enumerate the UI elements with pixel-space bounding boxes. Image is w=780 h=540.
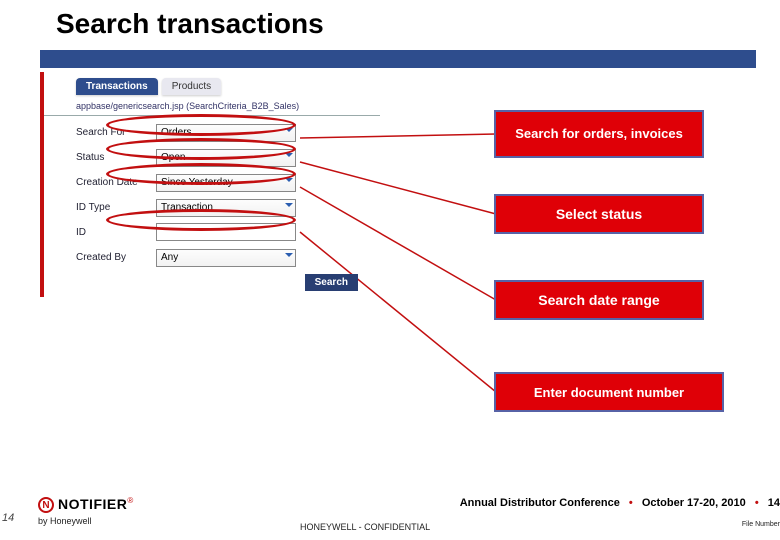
confidential-text: HONEYWELL - CONFIDENTIAL xyxy=(300,522,430,532)
conference-date: October 17-20, 2010 xyxy=(642,497,746,509)
callout-date-range: Search date range xyxy=(494,280,704,320)
select-search-for[interactable] xyxy=(156,124,296,142)
select-created-by[interactable] xyxy=(156,249,296,267)
logo-icon: N xyxy=(38,497,54,513)
input-id[interactable] xyxy=(156,223,296,241)
content-area: Transactions Products appbase/genericsea… xyxy=(40,72,756,452)
page-number-right: 14 xyxy=(768,497,780,509)
select-creation-date[interactable] xyxy=(156,174,296,192)
callout-orders-invoices: Search for orders, invoices xyxy=(494,110,704,158)
tab-transactions[interactable]: Transactions xyxy=(76,78,158,95)
breadcrumb: appbase/genericsearch.jsp (SearchCriteri… xyxy=(44,95,380,116)
accent-bar xyxy=(40,50,756,68)
brand-name: NOTIFIER® xyxy=(58,496,133,514)
tab-products[interactable]: Products xyxy=(162,78,221,95)
file-number-label: File Number xyxy=(460,521,780,528)
app-screenshot: Transactions Products appbase/genericsea… xyxy=(40,72,380,297)
logo-block: N NOTIFIER® by Honeywell xyxy=(38,496,133,526)
conference-name: Annual Distributor Conference xyxy=(460,497,620,509)
label-creation-date: Creation Date xyxy=(76,177,156,188)
label-id-type: ID Type xyxy=(76,202,156,213)
select-id-type[interactable] xyxy=(156,199,296,217)
bullet-icon: • xyxy=(755,497,759,509)
callout-doc-number: Enter document number xyxy=(494,372,724,412)
label-id: ID xyxy=(76,227,156,238)
tab-row: Transactions Products xyxy=(76,72,380,95)
search-button[interactable]: Search xyxy=(305,274,358,291)
label-search-for: Search For xyxy=(76,127,156,138)
slide-title: Search transactions xyxy=(0,0,780,50)
label-created-by: Created By xyxy=(76,252,156,263)
page-number-left: 14 xyxy=(2,512,14,524)
bullet-icon: • xyxy=(629,497,633,509)
search-form: Search For Status Creation Date ID Type … xyxy=(44,116,380,297)
footer-conference-line: Annual Distributor Conference • October … xyxy=(460,497,780,509)
label-status: Status xyxy=(76,152,156,163)
brand-byline: by Honeywell xyxy=(38,516,133,526)
footer: 14 N NOTIFIER® by Honeywell HONEYWELL - … xyxy=(0,480,780,540)
select-status[interactable] xyxy=(156,149,296,167)
callout-select-status: Select status xyxy=(494,194,704,234)
